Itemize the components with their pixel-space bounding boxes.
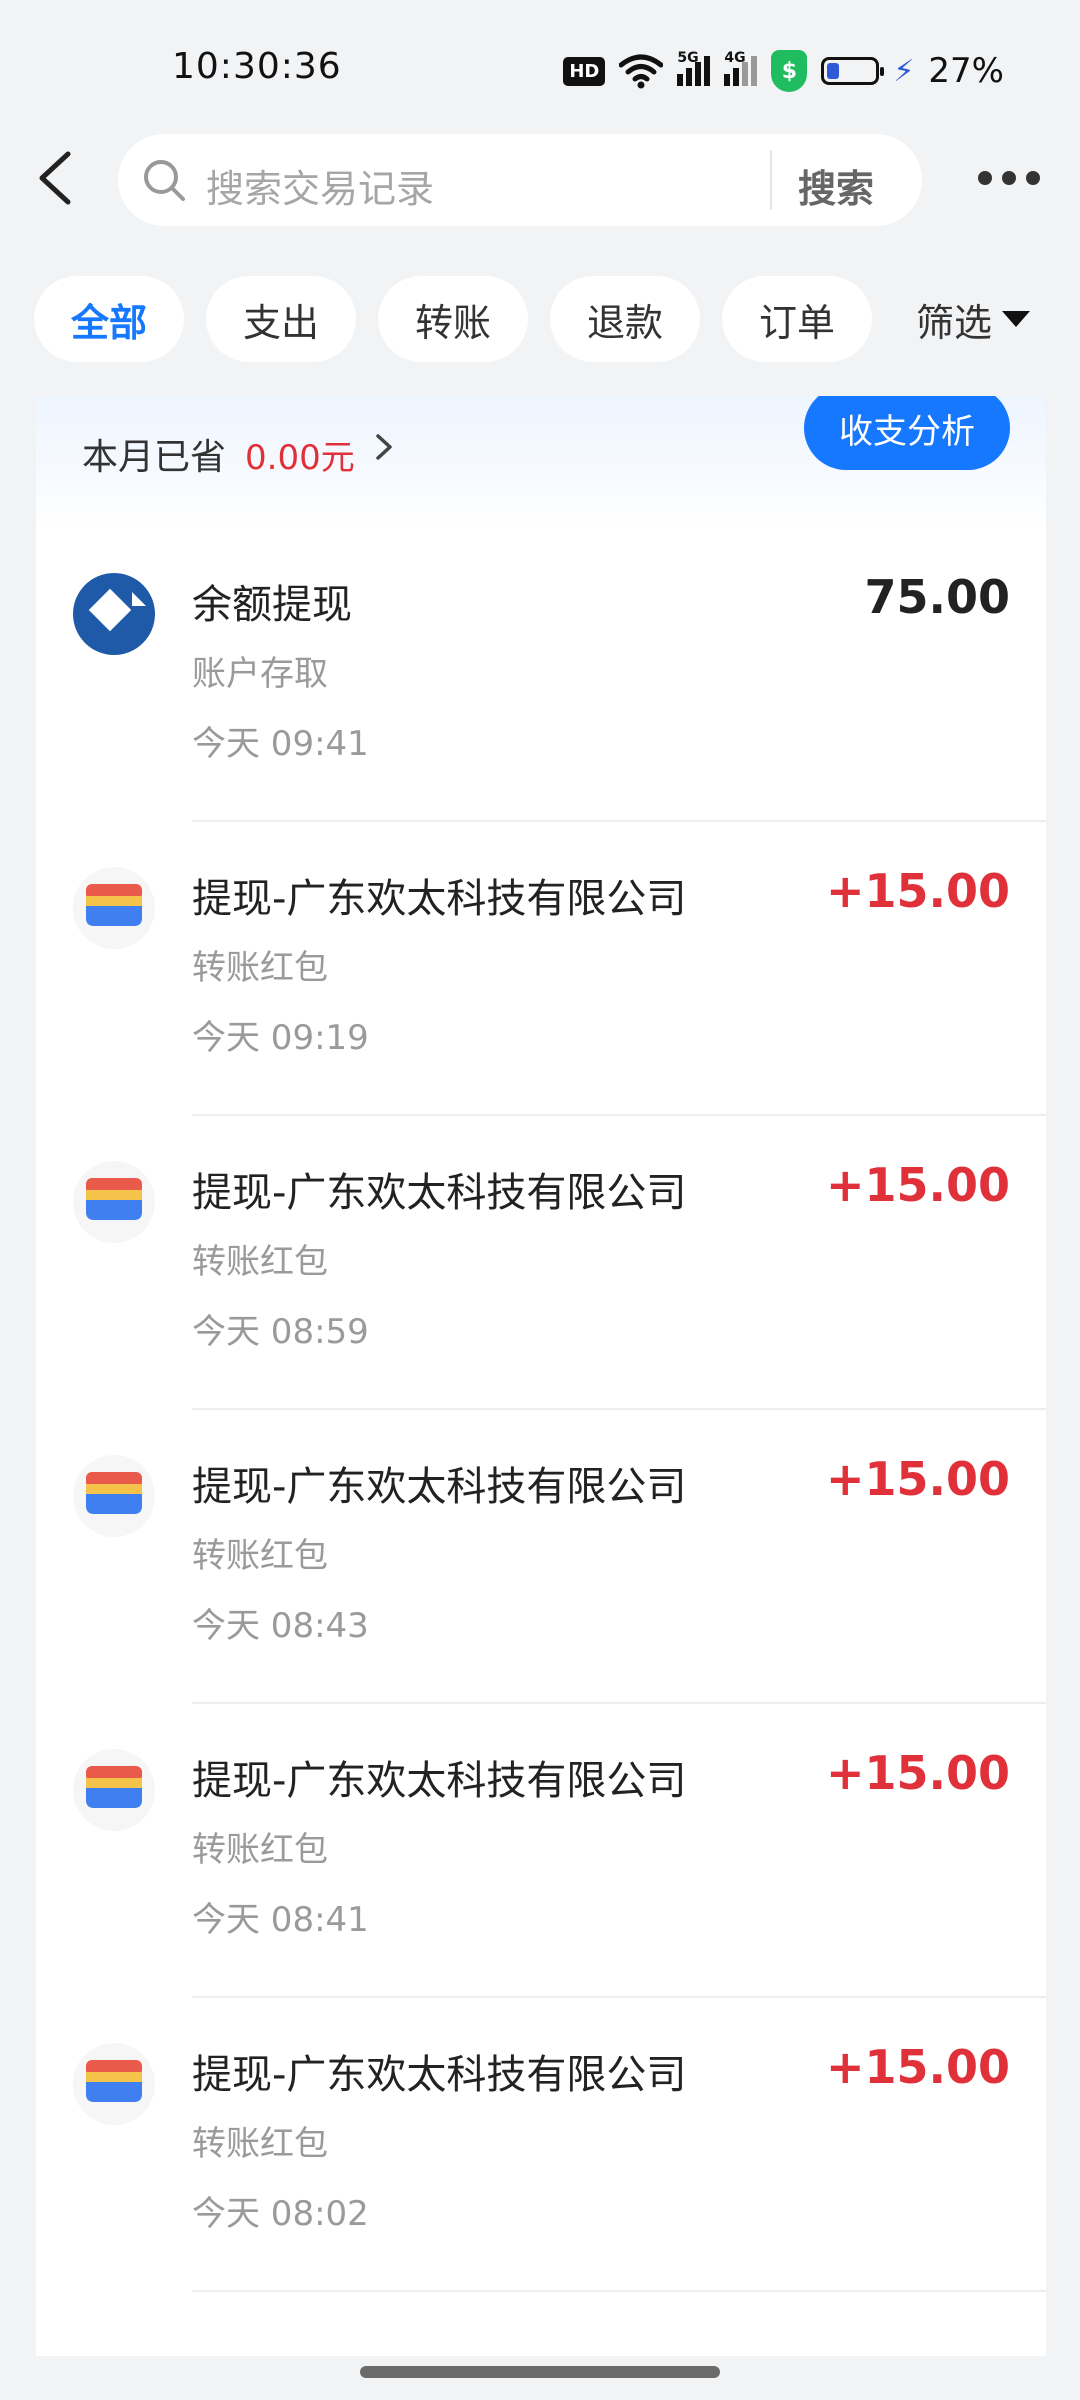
transaction-amount: +15.00 xyxy=(825,1452,1010,1506)
income-expense-analysis-button[interactable]: 收支分析 xyxy=(804,396,1010,470)
transaction-time: 今天 08:41 xyxy=(192,1900,369,1940)
more-dot-icon xyxy=(1026,171,1040,185)
filter-button[interactable]: 筛选 xyxy=(916,276,1031,362)
transaction-amount: +15.00 xyxy=(825,864,1010,918)
transaction-row[interactable]: 提现-广东欢太科技有限公司 转账红包 今天 08:43 +15.00 xyxy=(36,1410,1046,1704)
search-divider xyxy=(770,150,772,210)
transaction-row[interactable]: 提现-广东欢太科技有限公司 转账红包 今天 08:41 +15.00 xyxy=(36,1704,1046,1998)
wallet-icon xyxy=(73,867,155,949)
more-dot-icon xyxy=(1002,171,1016,185)
tab-refund[interactable]: 退款 xyxy=(550,276,700,362)
transaction-row[interactable]: 提现-广东欢太科技有限公司 转账红包 今天 08:02 +15.00 xyxy=(36,1998,1046,2292)
caret-down-icon xyxy=(1002,311,1031,327)
signal-4g-icon: 4G xyxy=(724,50,758,86)
transaction-category: 转账红包 xyxy=(192,2124,328,2164)
transaction-amount: 75.00 xyxy=(864,570,1010,624)
back-button[interactable] xyxy=(30,148,90,208)
wallet-icon xyxy=(73,1749,155,1831)
chevron-right-icon xyxy=(376,434,392,460)
transaction-amount: +15.00 xyxy=(825,2040,1010,2094)
transaction-row[interactable]: 余额提现 账户存取 今天 09:41 75.00 xyxy=(36,528,1046,822)
transaction-category: 转账红包 xyxy=(192,948,328,988)
transaction-category: 转账红包 xyxy=(192,1242,328,1282)
transaction-amount: +15.00 xyxy=(825,1746,1010,1800)
transaction-title: 提现-广东欢太科技有限公司 xyxy=(192,1758,687,1804)
transaction-time: 今天 08:02 xyxy=(192,2194,369,2234)
battery-icon xyxy=(821,57,885,85)
search-box[interactable]: 搜索交易记录 搜索 xyxy=(118,134,922,226)
savings-label: 本月已省 xyxy=(82,437,227,478)
transaction-time: 今天 08:59 xyxy=(192,1312,369,1352)
tab-all[interactable]: 全部 xyxy=(34,276,184,362)
filter-tabs: 全部 支出 转账 退款 订单 筛选 xyxy=(34,276,1080,362)
search-input[interactable]: 搜索交易记录 xyxy=(206,158,434,213)
savings-value: 0.00元 xyxy=(245,438,355,478)
home-indicator[interactable] xyxy=(360,2366,720,2378)
transaction-title: 提现-广东欢太科技有限公司 xyxy=(192,876,687,922)
row-divider xyxy=(192,2290,1046,2292)
more-dot-icon xyxy=(978,171,992,185)
wallet-icon xyxy=(73,1455,155,1537)
signal-5g-icon: 5G xyxy=(677,50,711,86)
security-shield-icon: $ xyxy=(771,50,808,92)
transaction-category: 账户存取 xyxy=(192,654,328,694)
transaction-time: 今天 09:19 xyxy=(192,1018,369,1058)
charging-icon: ⚡ xyxy=(893,53,915,89)
tab-orders[interactable]: 订单 xyxy=(722,276,872,362)
transaction-row[interactable]: 提现-广东欢太科技有限公司 转账红包 今天 08:59 +15.00 xyxy=(36,1116,1046,1410)
search-button[interactable]: 搜索 xyxy=(798,158,874,213)
transaction-title: 提现-广东欢太科技有限公司 xyxy=(192,1464,687,1510)
bank-icon xyxy=(73,573,155,655)
wallet-icon xyxy=(73,1161,155,1243)
tab-transfer[interactable]: 转账 xyxy=(378,276,528,362)
transaction-title: 余额提现 xyxy=(192,582,352,628)
more-options-button[interactable] xyxy=(978,160,1048,196)
status-bar: 10:30:36 HD 5G 4G $ ⚡ 27% xyxy=(0,0,1080,130)
transaction-category: 转账红包 xyxy=(192,1536,328,1576)
monthly-summary[interactable]: 本月已省 0.00元 收支分析 xyxy=(36,396,1046,528)
filter-label: 筛选 xyxy=(916,300,993,345)
transaction-title: 提现-广东欢太科技有限公司 xyxy=(192,1170,687,1216)
back-arrow-icon xyxy=(39,151,71,205)
wallet-icon xyxy=(73,2043,155,2125)
transaction-row[interactable]: 提现-广东欢太科技有限公司 转账红包 今天 09:19 +15.00 xyxy=(36,822,1046,1116)
search-icon xyxy=(144,160,185,201)
transaction-category: 转账红包 xyxy=(192,1830,328,1870)
status-time: 10:30:36 xyxy=(172,46,342,87)
tab-expense[interactable]: 支出 xyxy=(206,276,356,362)
transaction-time: 今天 09:41 xyxy=(192,724,369,764)
transaction-title: 提现-广东欢太科技有限公司 xyxy=(192,2052,687,2098)
transaction-card: 本月已省 0.00元 收支分析 余额提现 账户存取 今天 09:41 75.00… xyxy=(36,396,1046,2356)
wifi-icon xyxy=(619,54,664,89)
status-icons: HD 5G 4G $ ⚡ 27% xyxy=(563,46,1004,96)
transaction-time: 今天 08:43 xyxy=(192,1606,369,1646)
battery-percent: 27% xyxy=(928,51,1004,91)
transaction-amount: +15.00 xyxy=(825,1158,1010,1212)
battery-level xyxy=(827,63,840,79)
hd-voice-icon: HD xyxy=(563,56,606,86)
